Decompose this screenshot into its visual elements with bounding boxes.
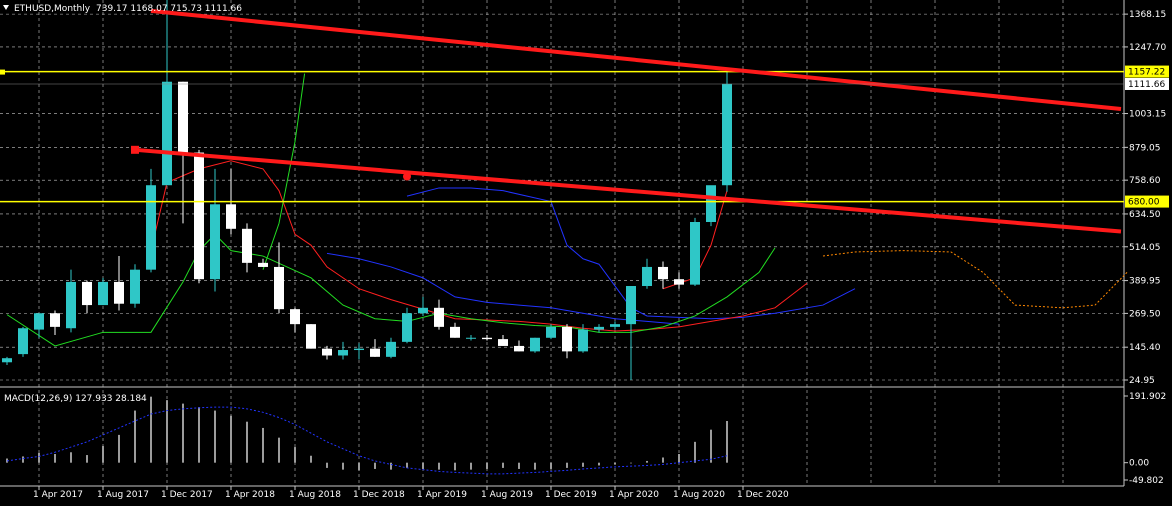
candle-body (274, 266, 284, 310)
trendline-anchor (403, 172, 411, 181)
candle-body (434, 307, 444, 327)
chart-background (0, 0, 1172, 506)
candle-body (2, 358, 12, 363)
x-tick-label: 1 Dec 2018 (353, 490, 405, 500)
candle-body (162, 81, 172, 186)
candle-body (242, 228, 252, 263)
last-price-label: 1111.66 (1128, 80, 1165, 90)
candle-body (66, 281, 76, 329)
candle-body (178, 81, 188, 153)
candle-body (546, 326, 556, 338)
y-tick-label: 1368.15 (1129, 10, 1166, 20)
chart-header: ETHUSD,Monthly 739.17 1168.07 715.73 111… (3, 4, 242, 14)
x-tick-label: 1 Apr 2020 (609, 490, 659, 500)
ohlc-readout: 739.17 1168.07 715.73 1111.66 (96, 4, 242, 14)
y-tick-label: 514.05 (1129, 243, 1161, 253)
candle-body (530, 337, 540, 352)
trendline-anchor (131, 145, 139, 154)
candle-body (146, 185, 156, 270)
x-tick-label: 1 Dec 2019 (545, 490, 597, 500)
candle-body (130, 269, 140, 304)
level-price-label: 1157.22 (1128, 68, 1165, 78)
y-tick-label: 1247.70 (1129, 43, 1166, 53)
candle-body (210, 204, 220, 280)
macd-label: MACD(12,26,9) 127.933 28.184 (4, 394, 147, 404)
candle-body (354, 348, 364, 351)
candle-body (290, 309, 300, 325)
candle-body (562, 326, 572, 352)
candle-body (306, 324, 316, 349)
y-tick-label: 1003.15 (1129, 110, 1166, 120)
x-tick-label: 1 Apr 2017 (33, 490, 83, 500)
candle-body (114, 281, 124, 304)
level-price-label: 680.00 (1128, 198, 1160, 208)
candle-body (722, 83, 732, 186)
x-tick-label: 1 Aug 2020 (673, 490, 725, 500)
candle-body (34, 313, 44, 330)
candle-body (18, 328, 28, 355)
candle-body (482, 337, 492, 340)
candle-body (258, 262, 268, 267)
macd-tick-label: 0.00 (1129, 459, 1149, 469)
candle-body (514, 345, 524, 352)
candle-body (594, 326, 604, 330)
candle-body (658, 266, 668, 280)
candle-body (610, 324, 620, 327)
candle-body (690, 221, 700, 285)
candle-body (98, 281, 108, 306)
candle-body (386, 341, 396, 357)
y-tick-label: 389.95 (1129, 277, 1161, 287)
candle-body (82, 281, 92, 306)
y-tick-label: 145.40 (1129, 343, 1161, 353)
candle-body (338, 350, 348, 356)
candle-body (194, 152, 204, 280)
candle-body (498, 339, 508, 346)
macd-tick-label: -49.802 (1129, 476, 1164, 486)
y-tick-label: 24.95 (1129, 376, 1155, 386)
candle-body (626, 286, 636, 325)
symbol-label: ETHUSD,Monthly (14, 4, 91, 14)
x-tick-label: 1 Apr 2019 (417, 490, 467, 500)
x-tick-label: 1 Aug 2018 (289, 490, 341, 500)
y-tick-label: 269.50 (1129, 309, 1161, 319)
candle-body (706, 185, 716, 222)
candle-body (450, 326, 460, 338)
candle-body (642, 266, 652, 287)
candle-body (322, 348, 332, 356)
candle-body (466, 337, 476, 339)
x-tick-label: 1 Dec 2020 (737, 490, 789, 500)
candle-body (418, 307, 428, 314)
x-tick-label: 1 Dec 2017 (161, 490, 213, 500)
candle-body (674, 279, 684, 285)
candle-body (402, 313, 412, 342)
macd-tick-label: 191.902 (1129, 392, 1166, 402)
candle-body (226, 204, 236, 229)
candle-body (370, 348, 380, 357)
x-tick-label: 1 Aug 2019 (481, 490, 533, 500)
y-tick-label: 758.60 (1129, 176, 1161, 186)
y-tick-label: 634.50 (1129, 210, 1161, 220)
x-tick-label: 1 Aug 2017 (97, 490, 149, 500)
candle-body (50, 313, 60, 327)
level-anchor (0, 69, 5, 75)
x-tick-label: 1 Apr 2018 (225, 490, 275, 500)
candle-body (578, 329, 588, 352)
price-chart[interactable]: 191.9020.00-49.802 1157.22680.001111.66 … (0, 0, 1172, 506)
y-tick-label: 879.05 (1129, 143, 1161, 153)
